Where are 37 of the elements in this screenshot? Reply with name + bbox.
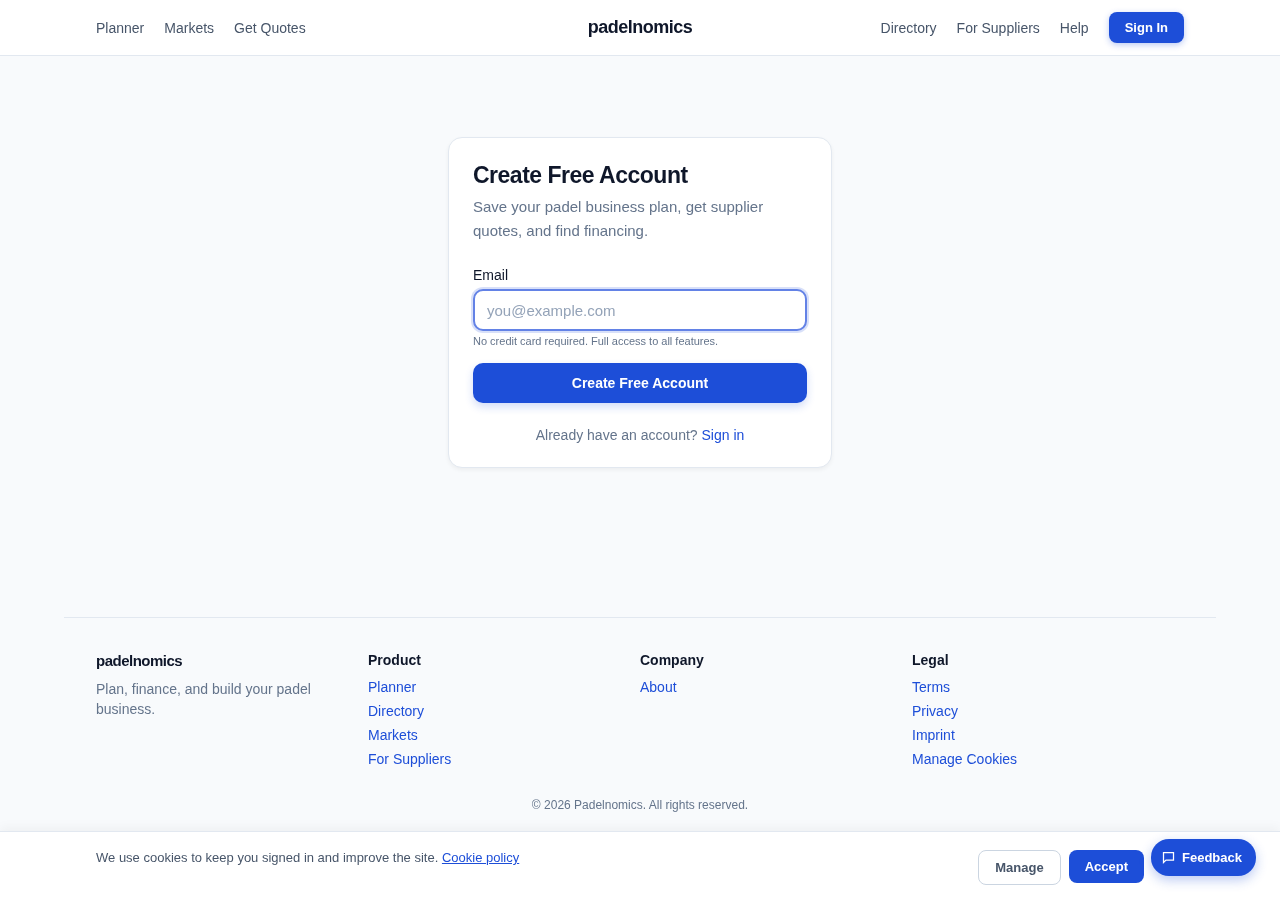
nav-link[interactable]: Markets (164, 19, 215, 36)
logo[interactable]: padelnomics (587, 17, 693, 38)
create-account-button[interactable]: Create Free Account (473, 363, 807, 403)
footer-link[interactable]: For Suppliers (368, 751, 452, 767)
sign-in-button[interactable]: Sign In (1108, 12, 1184, 43)
accept-button[interactable]: Accept (1068, 850, 1144, 883)
nav-link[interactable]: Planner (96, 19, 145, 36)
footer-logo: padelnomics (96, 652, 184, 669)
nav-link[interactable]: For Suppliers (956, 19, 1040, 36)
footer-link[interactable]: Privacy (912, 703, 958, 719)
footer-link[interactable]: Manage Cookies (912, 751, 1018, 767)
footer-link[interactable]: Planner (368, 679, 417, 695)
footer-heading: Product (368, 652, 422, 668)
hint-text: No credit card required. Full access to all features. (473, 335, 720, 347)
footer-link[interactable]: Directory (368, 703, 424, 719)
nav-link[interactable]: Help (1059, 19, 1089, 36)
feedback-button[interactable]: Feedback (1151, 839, 1256, 876)
nav-link[interactable]: Get Quotes (234, 19, 306, 36)
card-subtitle: Save your padel business plan, get supplier quotes, and find financing. (473, 197, 765, 241)
cookie-policy-link[interactable]: Cookie policy (441, 850, 520, 865)
footer-link[interactable]: About (640, 679, 677, 695)
chat-icon (1161, 850, 1176, 865)
manage-button[interactable]: Manage (978, 850, 1061, 885)
footer-link[interactable]: Imprint (912, 727, 955, 743)
nav-link[interactable]: Directory (880, 19, 937, 36)
signin-prompt: Already have an account? Sign in (534, 427, 746, 443)
email-label: Email (473, 267, 509, 283)
sign-in-link[interactable]: Sign in (701, 427, 745, 443)
footer-heading: Legal (912, 652, 950, 668)
cookie-text: We use cookies to keep you signed in and improve the site. Cookie policy (96, 850, 521, 865)
card-title: Create Free Account (473, 162, 689, 189)
footer-tagline: Plan, finance, and build your padel business. (96, 680, 312, 719)
footer-heading: Company (640, 652, 705, 668)
email-field[interactable]: you@example.com (473, 289, 807, 331)
footer-link[interactable]: Markets (368, 727, 418, 743)
copyright: © 2026 Padelnomics. All rights reserved. (530, 798, 750, 812)
footer-link[interactable]: Terms (912, 679, 951, 695)
